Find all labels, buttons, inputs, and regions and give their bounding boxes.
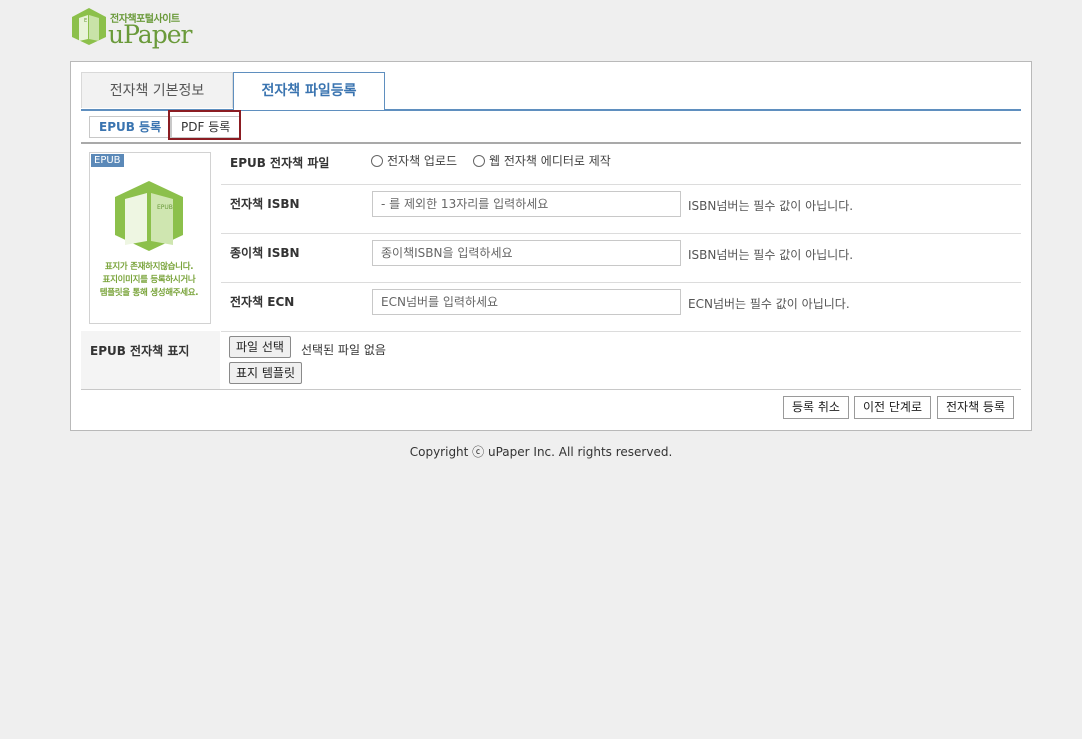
ebook-isbn-input[interactable]: - 를 제외한 13자리를 입력하세요	[372, 191, 681, 217]
cover-template-button[interactable]: 표지 템플릿	[229, 362, 303, 384]
epub-badge: EPUB	[91, 154, 124, 167]
web-editor-radio[interactable]: 웹 전자책 에디터로 제작	[473, 152, 611, 169]
paper-isbn-hint: ISBN넘버는 필수 값이 아닙니다.	[688, 248, 854, 262]
registration-panel: 전자책 기본정보 전자책 파일등록 EPUB 등록 PDF 등록 EPUB EP…	[70, 61, 1032, 431]
cover-preview: EPUB EPUB 표지가 존재하지않습니다. 표지이미지를 등록하시거나 템플…	[89, 152, 211, 324]
book-logo-icon: E	[72, 8, 106, 45]
ecn-label: 전자책 ECN	[230, 295, 295, 309]
book-placeholder-icon: EPUB	[115, 181, 183, 251]
cancel-registration-button[interactable]: 등록 취소	[783, 396, 849, 419]
radio-circle-icon[interactable]	[371, 155, 383, 167]
site-logo[interactable]: E 전자책포털사이트 uPaper	[70, 6, 200, 50]
ecn-row: 전자책 ECN ECN넘버를 입력하세요 ECN넘버는 필수 값이 아닙니다.	[221, 283, 1021, 332]
subtab-pdf[interactable]: PDF 등록	[171, 116, 241, 138]
file-status-text: 선택된 파일 없음	[301, 343, 386, 357]
upload-radio[interactable]: 전자책 업로드	[371, 152, 457, 169]
tab-file-registration[interactable]: 전자책 파일등록	[233, 72, 385, 110]
paper-isbn-label: 종이책 ISBN	[230, 246, 300, 260]
register-ebook-button[interactable]: 전자책 등록	[937, 396, 1015, 419]
no-cover-message: 표지가 존재하지않습니다. 표지이미지를 등록하시거나 템플릿을 통해 생성해주…	[99, 262, 199, 298]
ebook-isbn-hint: ISBN넘버는 필수 값이 아닙니다.	[688, 199, 854, 213]
logo-brand: uPaper	[108, 20, 192, 49]
tab-bar: 전자책 기본정보 전자책 파일등록	[81, 72, 1021, 111]
paper-isbn-row: 종이책 ISBN 종이책ISBN을 입력하세요 ISBN넘버는 필수 값이 아닙…	[221, 234, 1021, 283]
paper-isbn-input[interactable]: 종이책ISBN을 입력하세요	[372, 240, 681, 266]
epub-file-row: EPUB 전자책 파일 전자책 업로드 웹 전자책 에디터로 제작	[221, 144, 1021, 185]
subtab-epub[interactable]: EPUB 등록	[89, 116, 172, 138]
epub-cover-label: EPUB 전자책 표지	[90, 344, 190, 358]
copyright-text: Copyright ⓒ uPaper Inc. All rights reser…	[409, 445, 673, 459]
svg-text:EPUB: EPUB	[157, 204, 173, 211]
tab-basic-info[interactable]: 전자책 기본정보	[81, 72, 233, 108]
ecn-hint: ECN넘버는 필수 값이 아닙니다.	[688, 297, 850, 311]
cover-label-cell: EPUB 전자책 표지	[81, 331, 220, 389]
ebook-isbn-row: 전자책 ISBN - 를 제외한 13자리를 입력하세요 ISBN넘버는 필수 …	[221, 185, 1021, 234]
choose-file-button[interactable]: 파일 선택	[229, 336, 291, 358]
epub-file-label: EPUB 전자책 파일	[230, 156, 330, 170]
ebook-isbn-label: 전자책 ISBN	[230, 197, 300, 211]
epub-cover-row: EPUB 전자책 표지 파일 선택 선택된 파일 없음 표지 템플릿	[81, 331, 1021, 390]
radio-circle-icon[interactable]	[473, 155, 485, 167]
svg-text:E: E	[84, 18, 87, 24]
previous-step-button[interactable]: 이전 단계로	[854, 396, 932, 419]
ecn-input[interactable]: ECN넘버를 입력하세요	[372, 289, 681, 315]
